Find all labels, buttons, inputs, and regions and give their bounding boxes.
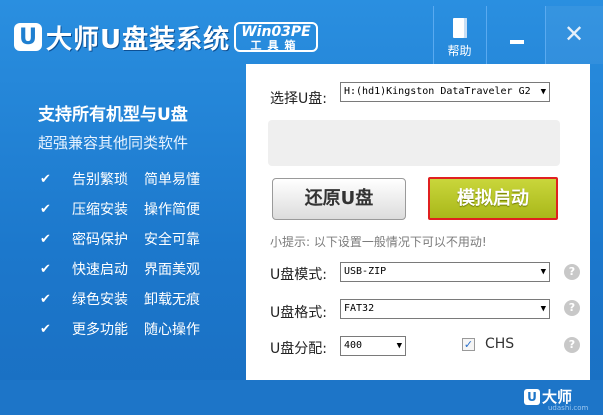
feature-row: ✔ 压缩安装 操作简便 <box>40 194 240 224</box>
usb-drive-select[interactable]: H:(hd1)Kingston DataTraveler G2 ▼ <box>340 82 550 102</box>
usb-mode-label: U盘模式: <box>270 267 327 283</box>
check-icon: ✔ <box>40 291 51 307</box>
edition-name: Win03PE <box>241 24 311 40</box>
feature-list: ✔ 告别繁琐 简单易懂 ✔ 压缩安装 操作简便 ✔ 密码保护 安全可靠 ✔ 快速… <box>40 164 240 344</box>
feature-item: 告别繁琐 <box>72 172 128 188</box>
hint-text: 小提示: 以下设置一般情况下可以不用动! <box>270 235 487 249</box>
chevron-down-icon: ▼ <box>540 267 546 277</box>
feature-item: 更多功能 <box>72 322 128 338</box>
feature-headline: 支持所有机型与U盘 <box>38 105 188 125</box>
question-icon[interactable]: ? <box>564 337 580 353</box>
usb-format-select[interactable]: FAT32 ▼ <box>340 299 550 319</box>
feature-item: 绿色安装 <box>72 292 128 308</box>
close-icon: ✕ <box>564 20 585 48</box>
feature-row: ✔ 密码保护 安全可靠 <box>40 224 240 254</box>
chevron-down-icon: ▼ <box>396 341 402 351</box>
edition-subtitle: 工具箱 <box>250 39 302 52</box>
footer-logo-u-icon: U <box>524 388 540 405</box>
check-icon: ✔ <box>40 201 51 217</box>
feature-item: 操作简便 <box>144 202 200 218</box>
usb-partition-label: U盘分配: <box>270 341 327 357</box>
check-icon: ✔ <box>40 231 51 247</box>
chs-label: CHS <box>485 336 515 352</box>
app-window: U 大师U盘装系统 Win03PE 工具箱 帮助 ✕ 支持所有机型与U盘 超强兼… <box>0 0 603 415</box>
usb-mode-select[interactable]: USB-ZIP ▼ <box>340 262 550 282</box>
help-button[interactable]: 帮助 <box>433 6 485 64</box>
feature-item: 界面美观 <box>144 262 200 278</box>
feature-row: ✔ 更多功能 随心操作 <box>40 314 240 344</box>
simulate-boot-button[interactable]: 模拟启动 <box>428 177 558 220</box>
footer-url: udashi.com <box>548 404 589 412</box>
feature-item: 卸载无痕 <box>144 292 200 308</box>
book-icon <box>452 18 467 38</box>
edition-badge: Win03PE 工具箱 <box>234 22 318 52</box>
app-title: 大师U盘装系统 <box>46 24 231 55</box>
settings-panel: 选择U盘: H:(hd1)Kingston DataTraveler G2 ▼ … <box>246 64 590 380</box>
usb-partition-select[interactable]: 400 ▼ <box>340 336 406 356</box>
usb-format-label: U盘格式: <box>270 305 327 321</box>
title-bar: U 大师U盘装系统 Win03PE 工具箱 帮助 ✕ <box>0 0 603 64</box>
usb-info-box <box>268 120 560 166</box>
feature-item: 简单易懂 <box>144 172 200 188</box>
feature-item: 密码保护 <box>72 232 128 248</box>
chs-checkbox[interactable]: ✓ <box>462 337 475 351</box>
usb-mode-value: USB-ZIP <box>344 266 387 277</box>
feature-item: 随心操作 <box>144 322 200 338</box>
feature-row: ✔ 绿色安装 卸载无痕 <box>40 284 240 314</box>
feature-row: ✔ 快速启动 界面美观 <box>40 254 240 284</box>
feature-item: 压缩安装 <box>72 202 128 218</box>
feature-subline: 超强兼容其他同类软件 <box>38 134 189 152</box>
check-icon: ✔ <box>40 171 51 187</box>
chevron-down-icon: ▼ <box>540 87 546 97</box>
close-button[interactable]: ✕ <box>545 6 603 64</box>
check-icon: ✔ <box>40 321 51 337</box>
select-usb-label: 选择U盘: <box>270 91 327 107</box>
minimize-icon <box>510 40 524 44</box>
chevron-down-icon: ▼ <box>540 304 546 314</box>
minimize-button[interactable] <box>486 6 544 64</box>
question-icon[interactable]: ? <box>564 264 580 280</box>
question-icon[interactable]: ? <box>564 300 580 316</box>
check-icon: ✔ <box>40 261 51 277</box>
feature-item: 安全可靠 <box>144 232 200 248</box>
restore-usb-button[interactable]: 还原U盘 <box>272 178 406 220</box>
chs-option[interactable]: ✓ CHS <box>462 336 514 352</box>
usb-partition-value: 400 <box>344 340 363 351</box>
help-label: 帮助 <box>447 44 472 58</box>
logo-u-icon: U <box>14 23 42 51</box>
footer-bar: U 大师 udashi.com <box>0 380 603 415</box>
feature-row: ✔ 告别繁琐 简单易懂 <box>40 164 240 194</box>
usb-drive-value: H:(hd1)Kingston DataTraveler G2 <box>344 86 531 97</box>
feature-item: 快速启动 <box>72 262 128 278</box>
app-logo: U 大师U盘装系统 <box>14 20 231 55</box>
feature-panel: 支持所有机型与U盘 超强兼容其他同类软件 ✔ 告别繁琐 简单易懂 ✔ 压缩安装 … <box>0 64 246 380</box>
usb-format-value: FAT32 <box>344 303 375 314</box>
